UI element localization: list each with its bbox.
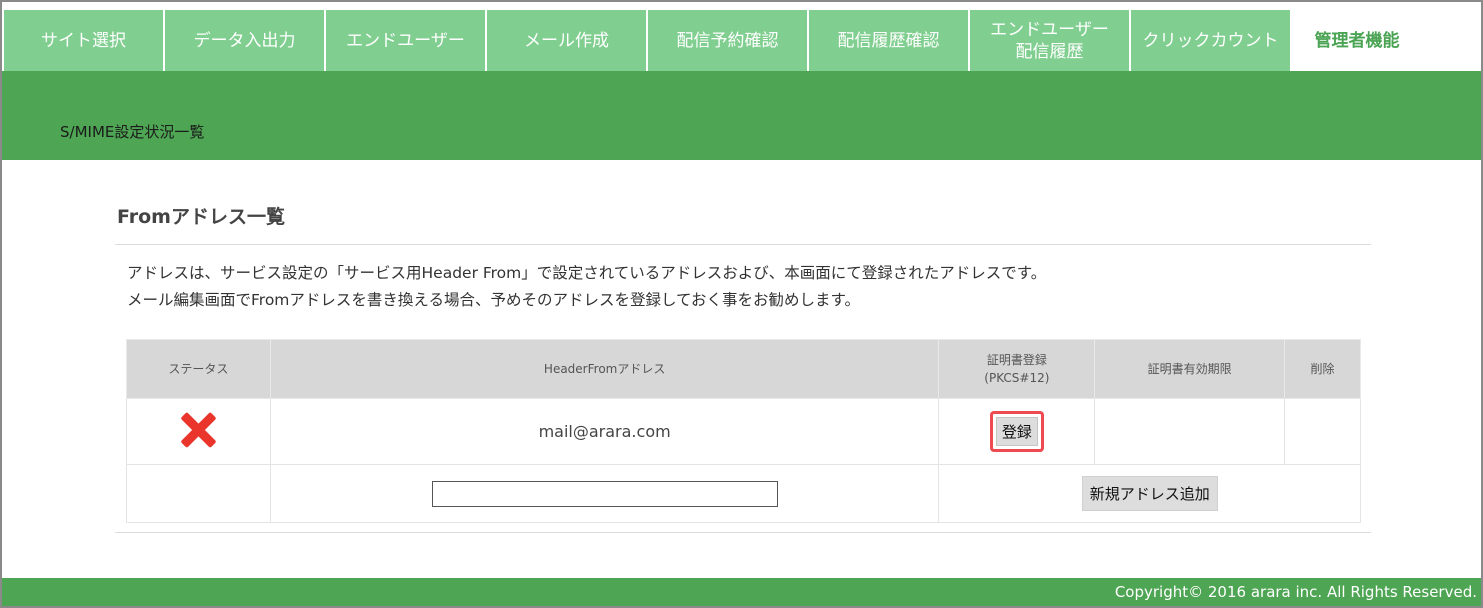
header-cert: 証明書登録 (PKCS#12): [938, 339, 1096, 399]
tab-site-select[interactable]: サイト選択: [4, 10, 163, 71]
section-title: Fromアドレス一覧: [117, 206, 285, 228]
header-address: HeaderFromアドレス: [269, 339, 940, 399]
copyright: Copyright© 2016 arara inc. All Rights Re…: [1114, 583, 1477, 601]
top-nav: サイト選択 データ入出力 エンドユーザー メール作成 配信予約確認 配信履歴確認…: [4, 10, 1424, 71]
status-cell: [126, 398, 271, 465]
new-address-input[interactable]: [431, 480, 778, 507]
footer: Copyright© 2016 arara inc. All Rights Re…: [2, 578, 1481, 606]
add-address-button[interactable]: 新規アドレス追加: [1081, 476, 1218, 511]
header-delete: 削除: [1284, 339, 1361, 399]
register-highlight: 登録: [989, 411, 1044, 452]
add-cell: 新規アドレス追加: [938, 464, 1361, 523]
table-row: mail@arara.com 登録: [126, 398, 1361, 465]
header-status: ステータス: [126, 339, 271, 399]
cert-cell: 登録: [938, 398, 1096, 465]
email-address: mail@arara.com: [538, 422, 671, 441]
app-window: サイト選択 データ入出力 エンドユーザー メール作成 配信予約確認 配信履歴確認…: [0, 0, 1483, 608]
tab-data-io[interactable]: データ入出力: [165, 10, 324, 71]
expiry-cell: [1094, 398, 1286, 465]
divider: [115, 244, 1371, 245]
table-header-row: ステータス HeaderFromアドレス 証明書登録 (PKCS#12) 証明書…: [126, 339, 1361, 399]
empty-cell: [126, 464, 271, 523]
new-address-row: 新規アドレス追加: [126, 464, 1361, 523]
x-mark-icon: [179, 411, 217, 449]
address-cell: mail@arara.com: [269, 398, 940, 465]
page-header-bar: S/MIME設定状況一覧: [2, 71, 1481, 160]
register-button[interactable]: 登録: [995, 417, 1038, 446]
tab-admin[interactable]: 管理者機能: [1292, 10, 1422, 71]
tab-mail-create[interactable]: メール作成: [487, 10, 646, 71]
tab-schedule-check[interactable]: 配信予約確認: [648, 10, 807, 71]
divider: [115, 532, 1371, 533]
tab-history-check[interactable]: 配信履歴確認: [809, 10, 968, 71]
tab-click-count[interactable]: クリックカウント: [1131, 10, 1290, 71]
breadcrumb: S/MIME設定状況一覧: [60, 123, 205, 141]
delete-cell: [1284, 398, 1361, 465]
from-address-table: ステータス HeaderFromアドレス 証明書登録 (PKCS#12) 証明書…: [126, 339, 1361, 523]
tab-end-user-history[interactable]: エンドユーザー 配信履歴: [970, 10, 1129, 71]
description: アドレスは、サービス設定の「サービス用Header From」で設定されているア…: [127, 264, 1047, 309]
tab-end-user[interactable]: エンドユーザー: [326, 10, 485, 71]
input-cell: [269, 464, 940, 523]
header-expiry: 証明書有効期限: [1094, 339, 1286, 399]
